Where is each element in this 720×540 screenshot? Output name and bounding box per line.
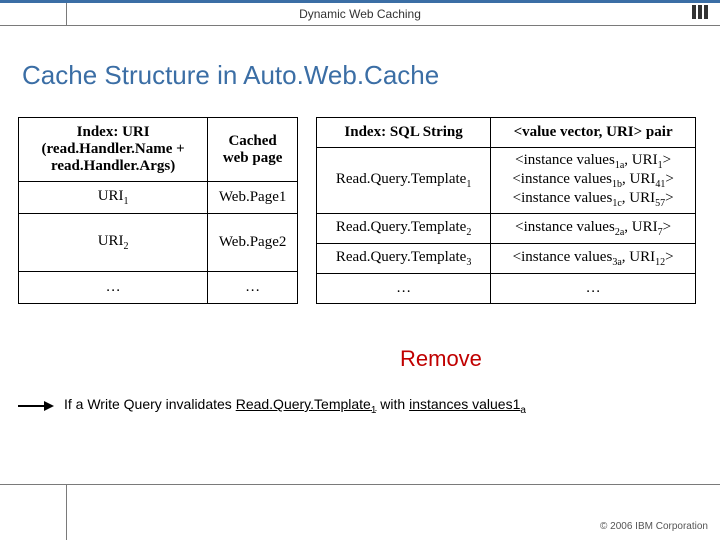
sql-cache-table: Index: SQL String <value vector, URI> pa…: [316, 117, 696, 304]
remove-label: Remove: [400, 346, 482, 372]
table-row: … …: [317, 274, 696, 304]
table-row: Read.Query.Template1 <instance values1a,…: [317, 148, 696, 214]
uri-cache-table: Index: URI (read.Handler.Name + read.Han…: [18, 117, 298, 304]
left-header-page: Cached web page: [208, 118, 298, 182]
table-row: URI2 Web.Page2: [19, 214, 298, 272]
slide-title: Cache Structure in Auto.Web.Cache: [22, 60, 720, 91]
ibm-logo-icon: [692, 5, 708, 19]
arrow-icon: [18, 401, 54, 411]
header-title: Dynamic Web Caching: [299, 7, 421, 21]
left-header-index: Index: URI (read.Handler.Name + read.Han…: [19, 118, 208, 182]
right-header-index: Index: SQL String: [317, 118, 491, 148]
table-row: Read.Query.Template3 <instance values3a,…: [317, 244, 696, 274]
note-row: If a Write Query invalidates Read.Query.…: [18, 396, 526, 416]
right-header-pair: <value vector, URI> pair: [491, 118, 696, 148]
copyright-text: © 2006 IBM Corporation: [600, 521, 708, 532]
header-bar: Dynamic Web Caching: [0, 0, 720, 26]
footer-divider: [66, 485, 67, 540]
note-text: If a Write Query invalidates Read.Query.…: [64, 396, 526, 416]
header-divider: [66, 3, 67, 25]
content-area: Index: URI (read.Handler.Name + read.Han…: [0, 117, 720, 304]
table-row: Read.Query.Template2 <instance values2a,…: [317, 214, 696, 244]
table-row: … …: [19, 271, 298, 303]
table-row: URI1 Web.Page1: [19, 182, 298, 214]
footer-bar: © 2006 IBM Corporation: [0, 484, 720, 540]
